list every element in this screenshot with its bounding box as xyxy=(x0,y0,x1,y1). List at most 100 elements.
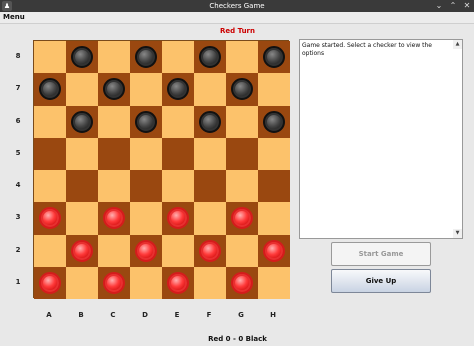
board-square-g2[interactable] xyxy=(226,234,258,267)
board-square-e1[interactable] xyxy=(162,266,194,299)
give-up-button[interactable]: Give Up xyxy=(331,269,431,293)
board-square-g5[interactable] xyxy=(226,137,258,170)
board-square-a3[interactable] xyxy=(34,202,66,235)
board-square-f8[interactable] xyxy=(194,41,226,74)
black-checker[interactable] xyxy=(167,78,189,101)
board-square-e6[interactable] xyxy=(162,105,194,138)
scroll-down-icon[interactable]: ▼ xyxy=(453,229,462,238)
board-square-d4[interactable] xyxy=(130,170,162,203)
board-square-d8[interactable] xyxy=(130,41,162,74)
close-icon[interactable]: ✕ xyxy=(460,0,474,12)
board-square-d2[interactable] xyxy=(130,234,162,267)
red-checker[interactable] xyxy=(71,239,93,262)
board-square-g1[interactable] xyxy=(226,266,258,299)
black-checker[interactable] xyxy=(199,110,221,133)
board-square-a4[interactable] xyxy=(34,170,66,203)
black-checker[interactable] xyxy=(103,78,125,101)
board-square-c7[interactable] xyxy=(98,73,130,106)
red-checker[interactable] xyxy=(199,239,221,262)
board-square-a7[interactable] xyxy=(34,73,66,106)
red-checker[interactable] xyxy=(167,271,189,294)
board-square-g8[interactable] xyxy=(226,41,258,74)
board-square-f4[interactable] xyxy=(194,170,226,203)
board-square-a1[interactable] xyxy=(34,266,66,299)
board-square-b8[interactable] xyxy=(66,41,98,74)
game-log[interactable]: Game started. Select a checker to view t… xyxy=(299,39,463,239)
black-checker[interactable] xyxy=(263,46,285,69)
red-checker[interactable] xyxy=(167,207,189,230)
black-checker[interactable] xyxy=(199,46,221,69)
board-square-f1[interactable] xyxy=(194,266,226,299)
board-square-c6[interactable] xyxy=(98,105,130,138)
board-square-d7[interactable] xyxy=(130,73,162,106)
board-square-d1[interactable] xyxy=(130,266,162,299)
red-checker[interactable] xyxy=(135,239,157,262)
rank-label: 3 xyxy=(15,213,21,222)
board-square-c2[interactable] xyxy=(98,234,130,267)
board-square-e4[interactable] xyxy=(162,170,194,203)
board-square-d6[interactable] xyxy=(130,105,162,138)
board-square-c8[interactable] xyxy=(98,41,130,74)
board-square-e8[interactable] xyxy=(162,41,194,74)
board-square-c5[interactable] xyxy=(98,137,130,170)
board-square-e3[interactable] xyxy=(162,202,194,235)
board-square-h6[interactable] xyxy=(258,105,290,138)
red-checker[interactable] xyxy=(103,271,125,294)
start-game-button[interactable]: Start Game xyxy=(331,242,431,266)
board-square-g7[interactable] xyxy=(226,73,258,106)
file-label: H xyxy=(270,311,276,319)
board-square-d3[interactable] xyxy=(130,202,162,235)
board-square-g4[interactable] xyxy=(226,170,258,203)
black-checker[interactable] xyxy=(135,110,157,133)
board-square-b7[interactable] xyxy=(66,73,98,106)
board-square-f3[interactable] xyxy=(194,202,226,235)
red-checker[interactable] xyxy=(263,239,285,262)
board-square-g6[interactable] xyxy=(226,105,258,138)
board-square-f6[interactable] xyxy=(194,105,226,138)
board-square-h5[interactable] xyxy=(258,137,290,170)
board-square-b5[interactable] xyxy=(66,137,98,170)
rank-label: 5 xyxy=(15,148,21,157)
board-square-h4[interactable] xyxy=(258,170,290,203)
board-square-a6[interactable] xyxy=(34,105,66,138)
board-square-h8[interactable] xyxy=(258,41,290,74)
red-checker[interactable] xyxy=(39,207,61,230)
black-checker[interactable] xyxy=(71,46,93,69)
board-square-b2[interactable] xyxy=(66,234,98,267)
board-square-a5[interactable] xyxy=(34,137,66,170)
board-square-b6[interactable] xyxy=(66,105,98,138)
red-checker[interactable] xyxy=(231,271,253,294)
board-square-d5[interactable] xyxy=(130,137,162,170)
red-checker[interactable] xyxy=(39,271,61,294)
board-square-a2[interactable] xyxy=(34,234,66,267)
board-square-h7[interactable] xyxy=(258,73,290,106)
board-square-b3[interactable] xyxy=(66,202,98,235)
black-checker[interactable] xyxy=(263,110,285,133)
board-square-h3[interactable] xyxy=(258,202,290,235)
board-square-b1[interactable] xyxy=(66,266,98,299)
board-square-e5[interactable] xyxy=(162,137,194,170)
board-square-f2[interactable] xyxy=(194,234,226,267)
board-square-e2[interactable] xyxy=(162,234,194,267)
board-square-h2[interactable] xyxy=(258,234,290,267)
maximize-icon[interactable]: ⌃ xyxy=(446,0,460,12)
board-square-b4[interactable] xyxy=(66,170,98,203)
board-square-h1[interactable] xyxy=(258,266,290,299)
black-checker[interactable] xyxy=(231,78,253,101)
board-square-f7[interactable] xyxy=(194,73,226,106)
black-checker[interactable] xyxy=(39,78,61,101)
board-square-c3[interactable] xyxy=(98,202,130,235)
red-checker[interactable] xyxy=(231,207,253,230)
board-square-f5[interactable] xyxy=(194,137,226,170)
minimize-icon[interactable]: ⌄ xyxy=(432,0,446,12)
board-square-g3[interactable] xyxy=(226,202,258,235)
board-square-c1[interactable] xyxy=(98,266,130,299)
menu-item[interactable]: Menu xyxy=(3,12,25,23)
board-square-a8[interactable] xyxy=(34,41,66,74)
board-square-c4[interactable] xyxy=(98,170,130,203)
red-checker[interactable] xyxy=(103,207,125,230)
board-square-e7[interactable] xyxy=(162,73,194,106)
black-checker[interactable] xyxy=(71,110,93,133)
black-checker[interactable] xyxy=(135,46,157,69)
scroll-up-icon[interactable]: ▲ xyxy=(453,40,462,49)
